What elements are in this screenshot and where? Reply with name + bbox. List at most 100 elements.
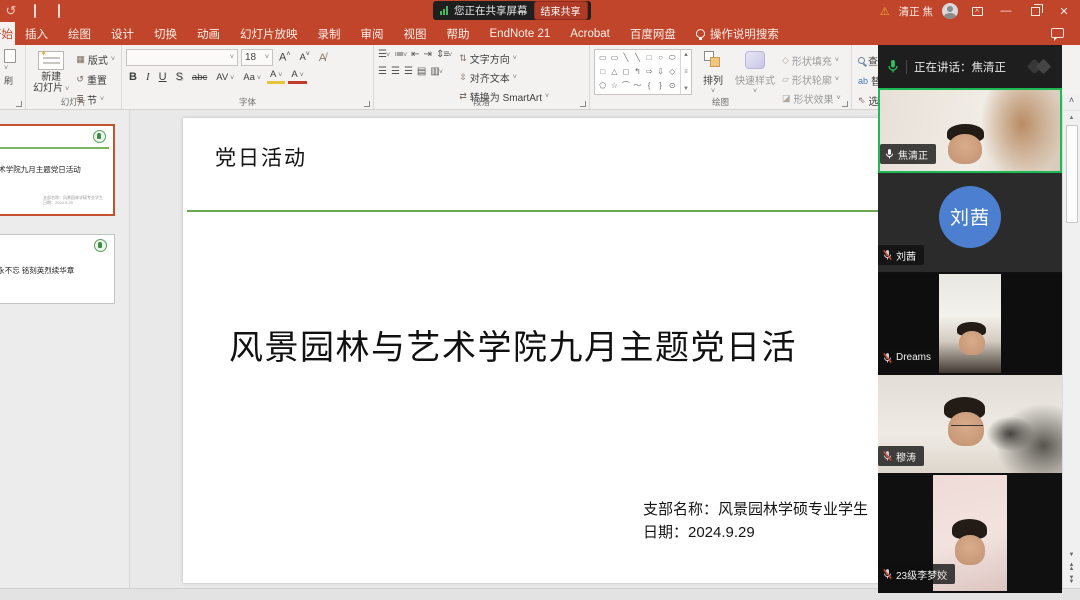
lightbulb-icon xyxy=(696,29,705,38)
school-logo-icon xyxy=(94,239,107,252)
numbering-button[interactable]: ≔˅ xyxy=(394,49,406,60)
italic-button[interactable]: I xyxy=(143,71,153,83)
account-name: 清正 焦 xyxy=(899,4,933,19)
new-slide-button[interactable]: 新建 幻灯片 ˅ xyxy=(30,49,72,95)
line-spacing-button[interactable]: ⇕≡˅ xyxy=(436,49,451,60)
ribbon-display-options-button[interactable]: ˄ xyxy=(967,0,987,22)
decrease-indent-button[interactable]: ⇤ xyxy=(411,49,418,60)
shapes-scrollbar[interactable]: ▲≡▼ xyxy=(680,50,691,94)
close-button[interactable]: ✕ xyxy=(1054,0,1074,22)
arrange-button[interactable]: 排列 ˅ xyxy=(694,49,732,95)
previous-slide-button[interactable]: ▲▲ xyxy=(1069,563,1075,571)
comments-icon[interactable] xyxy=(1051,28,1064,38)
stop-share-button[interactable]: 结束共享 xyxy=(534,1,588,20)
slides-group: 新建 幻灯片 ˅ ▦版式˅ ↺重置 ≣节˅ 幻灯片 xyxy=(26,45,122,109)
restore-button[interactable] xyxy=(1025,0,1045,22)
participant-tile-dreams[interactable]: Dreams xyxy=(878,274,1062,375)
shapes-gallery[interactable]: ▭▭╲╲□○⬭ □△◻↰⇨⇩◇ ⬠☆⌒〜{}⊙ ▲≡▼ xyxy=(594,49,692,95)
slide-thumbnail-1[interactable]: 与艺术学院九月主题党日活动 支部名称：风景园林学硕专业学生 日期：2024.9.… xyxy=(0,124,115,216)
participant-tile-limengjiao[interactable]: 23级李梦姣 xyxy=(878,475,1062,593)
mic-muted-icon xyxy=(883,352,892,364)
tab-endnote[interactable]: EndNote 21 xyxy=(480,22,561,45)
layout-button[interactable]: ▦版式˅ xyxy=(74,51,117,68)
tab-home[interactable]: 开始 xyxy=(0,22,15,45)
tell-me-search[interactable]: 操作说明搜索 xyxy=(686,22,789,45)
participant-tile-liuqian[interactable]: 刘茜 刘茜 xyxy=(878,173,1062,274)
clear-formatting-button[interactable]: A̸ xyxy=(316,52,329,64)
paragraph-dialog-launcher[interactable] xyxy=(580,101,586,107)
shrink-font-button[interactable]: A˅ xyxy=(296,51,312,63)
next-slide-button[interactable]: ▼▼ xyxy=(1069,576,1075,584)
undo-icon[interactable]: ↺ xyxy=(4,3,18,19)
tab-acrobat[interactable]: Acrobat xyxy=(560,22,620,45)
tab-animations[interactable]: 动画 xyxy=(187,22,230,45)
account-avatar[interactable] xyxy=(942,3,958,19)
align-text-button[interactable]: ⇳对齐文本˅ xyxy=(457,69,551,86)
reset-button[interactable]: ↺重置 xyxy=(74,71,117,88)
mic-on-icon xyxy=(885,148,894,160)
tab-slideshow[interactable]: 幻灯片放映 xyxy=(230,22,308,45)
tab-record[interactable]: 录制 xyxy=(308,22,351,45)
shape-fill-button[interactable]: ◇形状填充˅ xyxy=(780,52,843,69)
scrollbar-thumb[interactable] xyxy=(1066,125,1078,223)
align-left-button[interactable]: ☰ xyxy=(378,66,386,77)
highlight-color-button[interactable]: A ˅ xyxy=(267,70,285,84)
underline-button[interactable]: U xyxy=(156,71,170,83)
tab-review[interactable]: 审阅 xyxy=(351,22,394,45)
paste-dropdown[interactable]: ˅ xyxy=(4,65,8,72)
tab-baidu-netdisk[interactable]: 百度网盘 xyxy=(620,22,686,45)
participant-tile-jiaoqingzheng[interactable]: 焦清正 xyxy=(878,88,1062,173)
align-right-button[interactable]: ☰ xyxy=(404,66,412,77)
clipboard-dialog-launcher[interactable] xyxy=(16,101,22,107)
shape-outline-button[interactable]: ▱形状轮廓˅ xyxy=(780,71,843,88)
collapse-ribbon-icon[interactable]: ˄ xyxy=(1063,95,1080,111)
slide-icon[interactable] xyxy=(52,5,66,17)
search-icon xyxy=(858,57,865,64)
ribbon-tab-row: 开始 插入 绘图 设计 切换 动画 幻灯片放映 录制 审阅 视图 帮助 EndN… xyxy=(0,22,1080,45)
slide-meta-text[interactable]: 支部名称：风景园林学硕专业学生 日期：2024.9.29 xyxy=(643,498,868,544)
customize-icon[interactable] xyxy=(28,5,42,17)
justify-button[interactable]: ▤ xyxy=(417,66,425,77)
titlebar: ↺ 您正在共享屏幕 结束共享 ⚠ 清正 焦 ˄ — ✕ xyxy=(0,0,1080,22)
format-painter-label[interactable]: 刷 xyxy=(4,74,13,87)
mic-muted-icon xyxy=(883,450,892,462)
paste-icon[interactable] xyxy=(4,49,16,63)
signal-bars-icon xyxy=(440,6,448,15)
font-name-combobox[interactable]: ˅ xyxy=(126,49,238,66)
columns-button[interactable]: ▥˅ xyxy=(430,66,442,77)
font-group-label: 字体 xyxy=(122,96,373,108)
drawing-group-label: 绘图 xyxy=(590,96,851,108)
font-size-combobox[interactable]: 18˅ xyxy=(241,49,273,66)
character-spacing-button[interactable]: AV ˅ xyxy=(213,72,237,83)
slide-header-text[interactable]: 党日活动 xyxy=(215,142,307,172)
slide-main-title[interactable]: 风景园林与艺术学院九月主题党日活 xyxy=(229,320,797,369)
tab-view[interactable]: 视图 xyxy=(394,22,437,45)
tab-design[interactable]: 设计 xyxy=(101,22,144,45)
tab-transitions[interactable]: 切换 xyxy=(144,22,187,45)
drawing-dialog-launcher[interactable] xyxy=(842,101,848,107)
thumbnail-1-title: 与艺术学院九月主题党日活动 xyxy=(0,164,107,175)
text-shadow-button[interactable]: S xyxy=(173,71,186,83)
scroll-up-arrow[interactable]: ▲ xyxy=(1063,111,1080,123)
strikethrough-button[interactable]: abc xyxy=(189,72,210,83)
tab-draw[interactable]: 绘图 xyxy=(58,22,101,45)
quick-styles-button[interactable]: 快速样式 ˅ xyxy=(736,49,774,95)
bold-button[interactable]: B xyxy=(126,71,140,83)
font-color-button[interactable]: A ˅ xyxy=(288,70,306,84)
drawing-group: ▭▭╲╲□○⬭ □△◻↰⇨⇩◇ ⬠☆⌒〜{}⊙ ▲≡▼ 排列 ˅ 快速样式 ˅ … xyxy=(590,45,852,109)
meeting-video-panel: 正在讲话：焦清正 焦清正 刘茜 xyxy=(878,45,1062,593)
bullets-button[interactable]: ☰˅ xyxy=(378,49,389,60)
tab-help[interactable]: 帮助 xyxy=(437,22,480,45)
tab-insert[interactable]: 插入 xyxy=(15,22,58,45)
minimize-button[interactable]: — xyxy=(996,0,1016,22)
increase-indent-button[interactable]: ⇥ xyxy=(424,49,431,60)
align-center-button[interactable]: ☰ xyxy=(391,66,399,77)
school-logo-icon xyxy=(93,130,106,143)
text-direction-button[interactable]: ⇅文字方向˅ xyxy=(457,50,551,67)
change-case-button[interactable]: Aa ˅ xyxy=(240,72,264,83)
scroll-down-arrow[interactable]: ▼ xyxy=(1069,552,1075,558)
grow-font-button[interactable]: A˄ xyxy=(276,51,293,64)
participant-tile-mutao[interactable]: 穆涛 xyxy=(878,375,1062,475)
font-dialog-launcher[interactable] xyxy=(364,101,370,107)
slide-thumbnail-2[interactable]: 耻永不忘 铭刻英烈续华章 xyxy=(0,234,115,304)
